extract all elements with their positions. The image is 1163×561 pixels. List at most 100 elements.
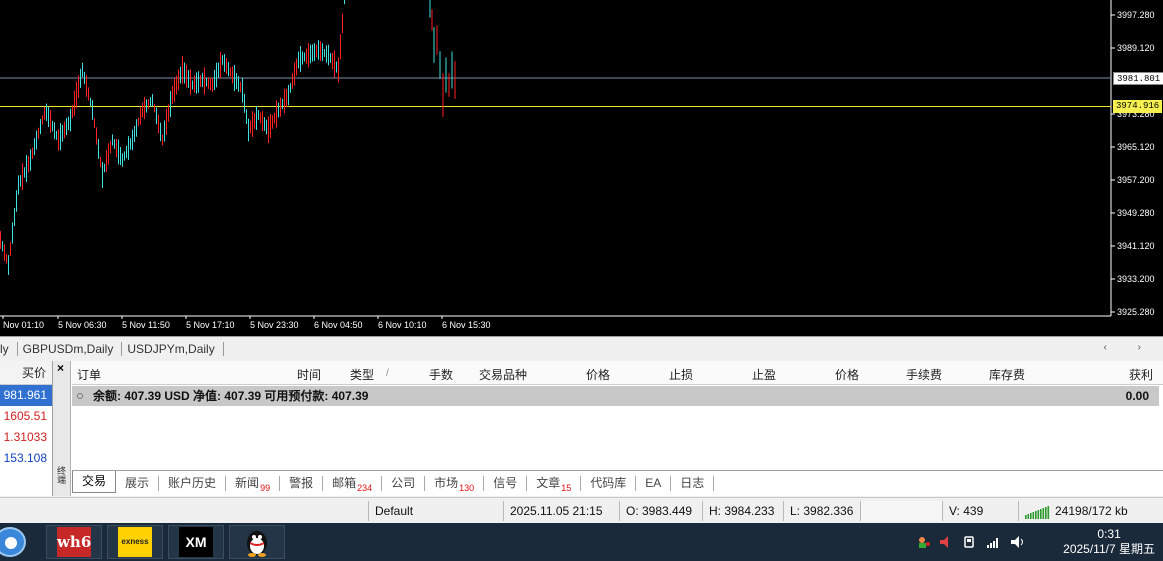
terminal-tab-11[interactable]: EA bbox=[636, 475, 672, 491]
chart-canvas[interactable]: 3997.2803989.1203973.2803965.1203957.200… bbox=[0, 0, 1163, 336]
terminal-tab-10[interactable]: 代码库 bbox=[581, 475, 637, 491]
chart-tab-bar: ly GBPUSDm,Daily USDJPYm,Daily ‹ › bbox=[0, 336, 1163, 360]
price-label: 3941.120 bbox=[1117, 241, 1155, 251]
time-label: 5 Nov 17:10 bbox=[186, 320, 235, 330]
terminal-tab-4[interactable]: 警报 bbox=[280, 475, 324, 491]
chart-tab-scroll-arrows[interactable]: ‹ › bbox=[1104, 342, 1155, 353]
status-blank bbox=[860, 501, 942, 521]
terminal-tab-bar: 交易 展示 账户历史 新闻99 警报 邮箱234 公司 市场130 信号 文章15 代码库 EA 日志 bbox=[72, 471, 1163, 495]
price-label: 3949.280 bbox=[1117, 208, 1155, 218]
signal-bar bbox=[1037, 509, 1040, 519]
market-watch-row[interactable]: 1.31033 bbox=[0, 427, 52, 448]
taskbar-app-wh6[interactable]: wh6 bbox=[46, 525, 102, 559]
col-time[interactable]: 时间 bbox=[297, 366, 321, 383]
status-high: H: 3984.233 bbox=[702, 501, 783, 521]
terminal-tab-badge: 234 bbox=[357, 482, 373, 493]
terminal-tab-badge: 99 bbox=[260, 482, 271, 493]
terminal-tab-3[interactable]: 新闻99 bbox=[226, 475, 281, 493]
taskbar-app-qq[interactable] bbox=[229, 525, 285, 559]
terminal-side-strip: × 终端 bbox=[53, 361, 71, 496]
trade-table-header: 订单 时间 类型 / 手数 交易品种 价格 止损 止盈 价格 手续费 库存费 获… bbox=[72, 361, 1163, 385]
terminal-panel: × 终端 订单 时间 类型 / 手数 交易品种 价格 止损 止盈 价格 手续费 … bbox=[53, 361, 1163, 496]
price-label: 3933.200 bbox=[1117, 274, 1155, 284]
balance-dot-icon bbox=[77, 393, 83, 399]
status-traffic: 24198/172 kb bbox=[1018, 501, 1163, 521]
terminal-side-label: 终端 bbox=[56, 466, 66, 484]
terminal-tab-label: 展示 bbox=[125, 475, 150, 490]
col-symbol[interactable]: 交易品种 bbox=[479, 366, 527, 383]
market-watch-row[interactable]: 981.961 bbox=[0, 385, 52, 406]
time-label: Nov 01:10 bbox=[3, 320, 44, 330]
col-commission[interactable]: 手续费 bbox=[906, 366, 942, 383]
signal-bar bbox=[1030, 512, 1032, 519]
signal-bar bbox=[1045, 506, 1047, 519]
col-order[interactable]: 订单 bbox=[77, 366, 101, 383]
status-profile[interactable]: Default bbox=[368, 501, 503, 521]
col-take-profit[interactable]: 止盈 bbox=[752, 366, 776, 383]
chart-tab-gbpusd[interactable]: GBPUSDm,Daily bbox=[18, 341, 123, 356]
col-swap[interactable]: 库存费 bbox=[989, 366, 1025, 383]
terminal-tab-label: 账户历史 bbox=[168, 475, 217, 490]
chart-tab-usdjpy[interactable]: USDJPYm,Daily bbox=[122, 341, 224, 356]
terminal-tab-label: 信号 bbox=[493, 475, 518, 490]
terminal-tab-12[interactable]: 日志 bbox=[671, 475, 715, 491]
taskbar-app-xm[interactable]: XM bbox=[168, 525, 224, 559]
terminal-tab-label: 文章 bbox=[536, 475, 561, 490]
terminal-tab-5[interactable]: 邮箱234 bbox=[323, 475, 383, 493]
market-watch-row[interactable]: 153.108 bbox=[0, 448, 52, 469]
taskbar-app-exness[interactable]: exness bbox=[107, 525, 163, 559]
tray-usb-icon[interactable] bbox=[962, 535, 976, 552]
market-watch-row[interactable]: 1605.51 bbox=[0, 406, 52, 427]
time-label: 5 Nov 23:30 bbox=[250, 320, 299, 330]
time-label: 6 Nov 04:50 bbox=[314, 320, 363, 330]
terminal-tab-1[interactable]: 展示 bbox=[116, 475, 160, 491]
tray-volume-icon[interactable] bbox=[1010, 535, 1026, 552]
ask-price-tag: 3974.916 bbox=[1113, 100, 1163, 113]
signal-bar bbox=[1035, 510, 1037, 519]
terminal-tab-badge: 130 bbox=[459, 482, 475, 493]
terminal-tab-label: 新闻 bbox=[235, 475, 260, 490]
taskbar-clock[interactable]: 0:31 2025/11/7 星期五 bbox=[1063, 527, 1155, 557]
wh6-icon: wh6 bbox=[57, 527, 91, 557]
terminal-tab-7[interactable]: 市场130 bbox=[425, 475, 485, 493]
bid-price-tag: 3981.801 bbox=[1113, 72, 1163, 85]
signal-bar bbox=[1032, 511, 1035, 519]
start-orb-icon[interactable] bbox=[0, 527, 26, 557]
col-type[interactable]: 类型 bbox=[350, 366, 374, 383]
balance-text: 余额: 407.39 USD 净值: 407.39 可用预付款: 407.39 bbox=[93, 389, 369, 403]
price-label: 3957.200 bbox=[1117, 175, 1155, 185]
price-chart[interactable]: 3997.280 3989.120 3973.280 3965.120 3957.200… bbox=[0, 0, 1163, 336]
tray-network-people-icon[interactable] bbox=[917, 535, 931, 552]
col-stop-loss[interactable]: 止损 bbox=[669, 366, 693, 383]
signal-bar bbox=[1027, 513, 1030, 519]
close-icon[interactable]: × bbox=[57, 361, 64, 375]
terminal-tab-9[interactable]: 文章15 bbox=[527, 475, 582, 493]
bid-column-header[interactable]: 买价 bbox=[0, 361, 52, 385]
signal-bar bbox=[1025, 514, 1027, 519]
status-open: O: 3983.449 bbox=[619, 501, 702, 521]
chart-tab-partial[interactable]: ly bbox=[0, 341, 18, 356]
traffic-text: 24198/172 kb bbox=[1055, 504, 1128, 518]
col-lots[interactable]: 手数 bbox=[429, 366, 453, 383]
balance-summary-row[interactable]: 余额: 407.39 USD 净值: 407.39 可用预付款: 407.39 … bbox=[72, 386, 1159, 406]
time-label: 5 Nov 11:50 bbox=[122, 320, 170, 330]
trade-table: 订单 时间 类型 / 手数 交易品种 价格 止损 止盈 价格 手续费 库存费 获… bbox=[72, 361, 1163, 471]
tray-signal-icon[interactable] bbox=[986, 535, 1000, 552]
terminal-tab-0[interactable]: 交易 bbox=[72, 471, 117, 493]
status-bar: Default 2025.11.05 21:15 O: 3983.449 H: … bbox=[0, 497, 1163, 523]
col-profit[interactable]: 获利 bbox=[1129, 366, 1153, 383]
terminal-tab-6[interactable]: 公司 bbox=[382, 475, 426, 491]
clock-time: 0:31 bbox=[1097, 527, 1121, 541]
balance-profit: 0.00 bbox=[1125, 389, 1149, 403]
windows-taskbar: wh6 exness XM 0:31 2025/11/7 星期五 bbox=[0, 523, 1163, 561]
signal-bar bbox=[1040, 508, 1042, 519]
tray-speaker-muted-icon[interactable] bbox=[938, 535, 952, 552]
app-window: 3997.280 3989.120 3973.280 3965.120 3957.200… bbox=[0, 0, 1163, 561]
col-price[interactable]: 价格 bbox=[586, 366, 610, 383]
terminal-tab-8[interactable]: 信号 bbox=[484, 475, 528, 491]
col-current-price[interactable]: 价格 bbox=[835, 366, 859, 383]
signal-bar bbox=[1042, 507, 1045, 519]
sort-indicator: / bbox=[386, 368, 389, 379]
time-label: 6 Nov 15:30 bbox=[442, 320, 491, 330]
terminal-tab-2[interactable]: 账户历史 bbox=[159, 475, 227, 491]
